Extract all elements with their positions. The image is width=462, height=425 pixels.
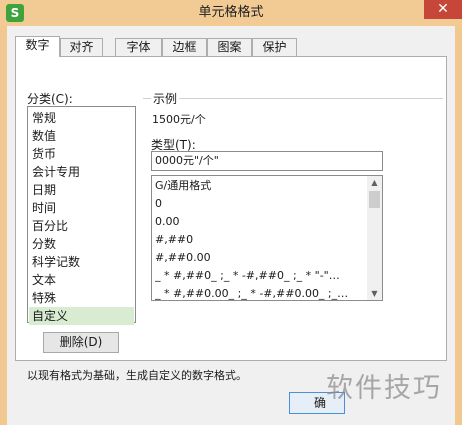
format-list-scrollbar[interactable]: ▲ ▼	[367, 176, 382, 300]
tab-pattern[interactable]: 图案	[207, 38, 252, 56]
dialog-title: 单元格格式	[198, 5, 264, 20]
scrollbar-thumb[interactable]	[369, 191, 380, 208]
sample-value: 1500元/个	[152, 113, 206, 126]
tab-alignment[interactable]: 对齐	[60, 38, 103, 56]
format-item[interactable]: _ * #,##0.00_ ;_ * -#,##0.00_ ;_…	[155, 285, 367, 300]
watermark-text: 软件技巧	[326, 373, 442, 404]
category-label: 分类(C):	[27, 92, 73, 106]
tab-font[interactable]: 字体	[115, 38, 162, 56]
category-item-scientific[interactable]: 科学记数	[29, 253, 134, 271]
tab-number[interactable]: 数字	[15, 36, 60, 57]
category-item-currency[interactable]: 货币	[29, 145, 134, 163]
format-item[interactable]: G/通用格式	[155, 177, 367, 195]
format-item[interactable]: 0.00	[155, 213, 367, 231]
category-item-custom[interactable]: 自定义	[29, 307, 134, 325]
close-button[interactable]: ✕	[424, 0, 462, 19]
title-bar[interactable]: S 单元格格式 ✕	[0, 0, 462, 26]
tab-border[interactable]: 边框	[162, 38, 207, 56]
dialog-window: S 单元格格式 ✕ 数字 对齐 字体 边框 图案 保护 分类(C): 常规 数值…	[0, 0, 462, 425]
format-code-list[interactable]: G/通用格式 0 0.00 #,##0 #,##0.00 _ * #,##0_ …	[151, 175, 383, 301]
number-tab-panel: 分类(C): 常规 数值 货币 会计专用 日期 时间 百分比 分数 科学记数 文…	[15, 56, 447, 382]
category-item-number[interactable]: 数值	[29, 127, 134, 145]
sample-group: 示例 1500元/个	[143, 90, 443, 134]
type-input[interactable]: 0000元"/个"	[151, 151, 383, 171]
category-item-date[interactable]: 日期	[29, 181, 134, 199]
category-item-text[interactable]: 文本	[29, 271, 134, 289]
tab-protection[interactable]: 保护	[252, 38, 297, 56]
delete-button[interactable]: 删除(D)	[43, 332, 119, 353]
format-item[interactable]: #,##0	[155, 231, 367, 249]
format-item[interactable]: 0	[155, 195, 367, 213]
category-item-time[interactable]: 时间	[29, 199, 134, 217]
category-item-general[interactable]: 常规	[29, 109, 134, 127]
format-item[interactable]: #,##0.00	[155, 249, 367, 267]
scroll-up-arrow-icon[interactable]: ▲	[367, 176, 382, 189]
scroll-down-arrow-icon[interactable]: ▼	[367, 287, 382, 300]
category-list[interactable]: 常规 数值 货币 会计专用 日期 时间 百分比 分数 科学记数 文本 特殊 自定…	[27, 106, 136, 325]
category-item-fraction[interactable]: 分数	[29, 235, 134, 253]
category-item-special[interactable]: 特殊	[29, 289, 134, 307]
category-item-percentage[interactable]: 百分比	[29, 217, 134, 235]
category-item-accounting[interactable]: 会计专用	[29, 163, 134, 181]
format-item[interactable]: _ * #,##0_ ;_ * -#,##0_ ;_ * "-"…	[155, 267, 367, 285]
format-description: 以现有格式为基础，生成自定义的数字格式。	[27, 369, 247, 382]
sample-legend: 示例	[151, 90, 180, 107]
